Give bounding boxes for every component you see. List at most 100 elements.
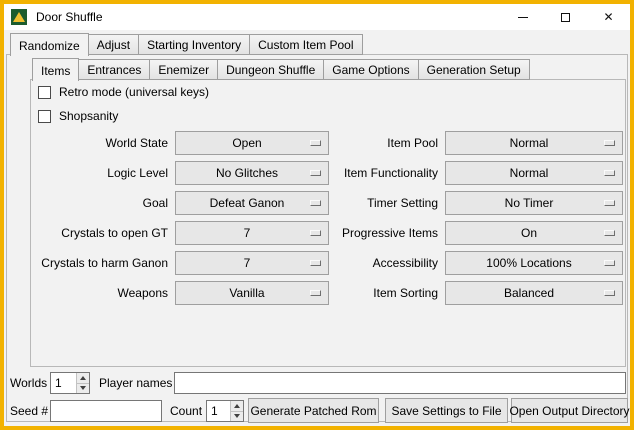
logic-level-label: Logic Level	[34, 161, 168, 185]
crystals-gt-value: 7	[244, 226, 251, 240]
close-button[interactable]: ✕	[587, 4, 630, 30]
worlds-spinbox	[50, 372, 90, 394]
weapons-label: Weapons	[34, 281, 168, 305]
progressive-items-label: Progressive Items	[336, 221, 438, 245]
dropdown-indicator-icon	[310, 170, 321, 176]
item-sorting-value: Balanced	[504, 286, 554, 300]
dropdown-indicator-icon	[604, 230, 615, 236]
crystals-ganon-value: 7	[244, 256, 251, 270]
accessibility-value: 100% Locations	[486, 256, 571, 270]
retro-mode-label: Retro mode (universal keys)	[59, 85, 209, 99]
item-sorting-label: Item Sorting	[336, 281, 438, 305]
seed-input[interactable]	[50, 400, 162, 422]
tab-custom-item-pool[interactable]: Custom Item Pool	[249, 34, 362, 55]
subtab-items[interactable]: Items	[32, 58, 79, 81]
item-sorting-dropdown[interactable]: Balanced	[445, 281, 623, 305]
goal-dropdown[interactable]: Defeat Ganon	[175, 191, 329, 215]
maximize-button[interactable]	[544, 4, 587, 30]
worlds-spin-up[interactable]	[77, 373, 89, 383]
spinner-down-icon	[80, 386, 86, 390]
logic-level-value: No Glitches	[216, 166, 278, 180]
dropdown-indicator-icon	[310, 200, 321, 206]
subtab-dungeon-shuffle[interactable]: Dungeon Shuffle	[217, 59, 324, 80]
item-pool-label: Item Pool	[336, 131, 438, 155]
minimize-icon	[518, 17, 528, 18]
count-spin-buttons	[230, 401, 243, 421]
spinner-up-icon	[80, 376, 86, 380]
count-input[interactable]	[207, 401, 230, 421]
dropdown-indicator-icon	[604, 260, 615, 266]
item-functionality-value: Normal	[510, 166, 549, 180]
retro-mode-checkbox[interactable]	[38, 86, 51, 99]
logic-level-dropdown[interactable]: No Glitches	[175, 161, 329, 185]
subtab-game-options[interactable]: Game Options	[323, 59, 418, 80]
crystals-gt-dropdown[interactable]: 7	[175, 221, 329, 245]
item-pool-dropdown[interactable]: Normal	[445, 131, 623, 155]
spinner-down-icon	[234, 414, 240, 418]
weapons-value: Vanilla	[229, 286, 264, 300]
dropdown-indicator-icon	[604, 290, 615, 296]
subtab-enemizer[interactable]: Enemizer	[149, 59, 218, 80]
dropdown-indicator-icon	[310, 140, 321, 146]
timer-setting-label: Timer Setting	[336, 191, 438, 215]
item-functionality-label: Item Functionality	[336, 161, 438, 185]
dropdown-indicator-icon	[604, 140, 615, 146]
count-label: Count	[170, 399, 202, 423]
close-icon: ✕	[603, 11, 613, 23]
accessibility-label: Accessibility	[336, 251, 438, 275]
generate-patched-rom-button[interactable]: Generate Patched Rom	[248, 398, 379, 423]
progressive-items-value: On	[521, 226, 537, 240]
dropdown-indicator-icon	[604, 170, 615, 176]
tab-adjust[interactable]: Adjust	[88, 34, 139, 55]
accessibility-dropdown[interactable]: 100% Locations	[445, 251, 623, 275]
titlebar: Door Shuffle ✕	[4, 4, 630, 30]
shopsanity-checkbox[interactable]	[38, 110, 51, 123]
seed-label: Seed #	[10, 399, 48, 423]
subtab-generation-setup[interactable]: Generation Setup	[418, 59, 530, 80]
app-icon	[11, 9, 27, 25]
tab-starting-inventory[interactable]: Starting Inventory	[138, 34, 250, 55]
weapons-dropdown[interactable]: Vanilla	[175, 281, 329, 305]
timer-setting-value: No Timer	[505, 196, 554, 210]
crystals-ganon-dropdown[interactable]: 7	[175, 251, 329, 275]
shopsanity-row: Shopsanity	[38, 108, 118, 124]
count-spin-up[interactable]	[231, 401, 243, 411]
minimize-button[interactable]	[501, 4, 544, 30]
window-title: Door Shuffle	[36, 10, 103, 24]
dropdown-indicator-icon	[310, 230, 321, 236]
save-settings-button[interactable]: Save Settings to File	[385, 398, 508, 423]
shopsanity-label: Shopsanity	[59, 109, 118, 123]
worlds-spin-buttons	[76, 373, 89, 393]
worlds-spin-down[interactable]	[77, 383, 89, 394]
count-spin-down[interactable]	[231, 411, 243, 422]
retro-mode-row: Retro mode (universal keys)	[38, 84, 209, 100]
crystals-ganon-label: Crystals to harm Ganon	[34, 251, 168, 275]
dropdown-indicator-icon	[310, 290, 321, 296]
count-spinbox	[206, 400, 244, 422]
maximize-icon	[561, 13, 570, 22]
main-tab-bar: Randomize Adjust Starting Inventory Cust…	[10, 33, 362, 55]
window-controls: ✕	[501, 4, 630, 30]
player-names-input[interactable]	[174, 372, 626, 394]
progressive-items-dropdown[interactable]: On	[445, 221, 623, 245]
item-functionality-dropdown[interactable]: Normal	[445, 161, 623, 185]
subtab-entrances[interactable]: Entrances	[78, 59, 150, 80]
tab-randomize[interactable]: Randomize	[10, 33, 89, 56]
goal-value: Defeat Ganon	[210, 196, 285, 210]
crystals-gt-label: Crystals to open GT	[34, 221, 168, 245]
goal-label: Goal	[34, 191, 168, 215]
dropdown-indicator-icon	[310, 260, 321, 266]
world-state-value: Open	[232, 136, 261, 150]
worlds-label: Worlds	[10, 372, 47, 394]
timer-setting-dropdown[interactable]: No Timer	[445, 191, 623, 215]
spinner-up-icon	[234, 404, 240, 408]
world-state-dropdown[interactable]: Open	[175, 131, 329, 155]
door-shuffle-window: Door Shuffle ✕ Randomize Adjust Starting…	[0, 0, 634, 430]
world-state-label: World State	[34, 131, 168, 155]
worlds-input[interactable]	[51, 373, 76, 393]
dropdown-indicator-icon	[604, 200, 615, 206]
player-names-label: Player names	[99, 372, 172, 394]
item-pool-value: Normal	[510, 136, 549, 150]
open-output-directory-button[interactable]: Open Output Directory	[511, 398, 628, 423]
options-grid: World State Open Item Pool Normal Logic …	[34, 131, 616, 305]
